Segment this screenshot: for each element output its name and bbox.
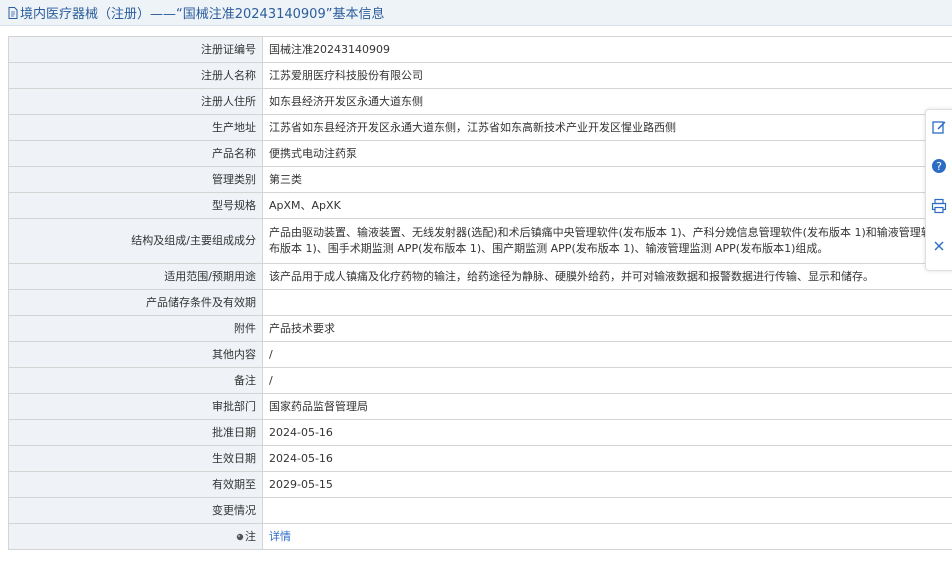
row-label: 生效日期 bbox=[8, 445, 263, 472]
page-title: 境内医疗器械（注册）——“国械注准20243140909”基本信息 bbox=[20, 7, 385, 22]
row-label: 审批部门 bbox=[8, 393, 263, 420]
table-row: 变更情况 bbox=[8, 497, 952, 524]
row-label: 其他内容 bbox=[8, 341, 263, 368]
row-label: 注册人住所 bbox=[8, 88, 263, 115]
row-value: 江苏爱朋医疗科技股份有限公司 bbox=[262, 62, 952, 89]
floating-toolbar: ? bbox=[925, 109, 952, 271]
table-row: 生产地址 江苏省如东县经济开发区永通大道东侧，江苏省如东高新技术产业开发区惺业路西… bbox=[8, 114, 952, 141]
row-label: 变更情况 bbox=[8, 497, 263, 524]
row-label: 管理类别 bbox=[8, 166, 263, 193]
table-row-note: 注 详情 bbox=[8, 523, 952, 550]
row-value: 产品由驱动装置、输液装置、无线发射器(选配)和术后镇痛中央管理软件(发布版本 1… bbox=[262, 218, 952, 264]
row-value: 国械注准20243140909 bbox=[262, 36, 952, 63]
table-row: 附件 产品技术要求 bbox=[8, 315, 952, 342]
print-icon[interactable] bbox=[931, 198, 947, 214]
note-bullet-icon bbox=[236, 533, 244, 540]
row-label: 批准日期 bbox=[8, 419, 263, 446]
row-label: 生产地址 bbox=[8, 114, 263, 141]
row-label: 产品储存条件及有效期 bbox=[8, 289, 263, 316]
row-label: 适用范围/预期用途 bbox=[8, 263, 263, 290]
table-row: 审批部门 国家药品监督管理局 bbox=[8, 393, 952, 420]
note-label: 注 bbox=[245, 529, 256, 543]
table-row: 有效期至 2029-05-15 bbox=[8, 471, 952, 498]
details-link[interactable]: 详情 bbox=[269, 530, 291, 543]
row-value bbox=[262, 497, 952, 524]
page-title-bar: 境内医疗器械（注册）——“国械注准20243140909”基本信息 bbox=[0, 0, 952, 26]
row-value: / bbox=[262, 367, 952, 394]
row-label: 注册人名称 bbox=[8, 62, 263, 89]
table-row: 其他内容 / bbox=[8, 341, 952, 368]
note-value-cell: 详情 bbox=[262, 523, 952, 550]
table-row: 注册人住所 如东县经济开发区永通大道东侧 bbox=[8, 88, 952, 115]
table-row: 产品储存条件及有效期 bbox=[8, 289, 952, 316]
table-row: 管理类别 第三类 bbox=[8, 166, 952, 193]
table-row: 注册证编号 国械注准20243140909 bbox=[8, 36, 952, 63]
row-label: 结构及组成/主要组成成分 bbox=[8, 218, 263, 264]
row-label: 附件 bbox=[8, 315, 263, 342]
row-label: 有效期至 bbox=[8, 471, 263, 498]
svg-text:?: ? bbox=[936, 160, 942, 173]
row-value: 2024-05-16 bbox=[262, 445, 952, 472]
table-row: 生效日期 2024-05-16 bbox=[8, 445, 952, 472]
row-value: 2029-05-15 bbox=[262, 471, 952, 498]
row-value: 产品技术要求 bbox=[262, 315, 952, 342]
row-value: 第三类 bbox=[262, 166, 952, 193]
edit-icon[interactable] bbox=[931, 119, 947, 135]
row-value: 国家药品监督管理局 bbox=[262, 393, 952, 420]
table-row: 批准日期 2024-05-16 bbox=[8, 419, 952, 446]
info-table: 注册证编号 国械注准20243140909 注册人名称 江苏爱朋医疗科技股份有限公司… bbox=[8, 36, 952, 550]
row-value: / bbox=[262, 341, 952, 368]
table-row: 备注 / bbox=[8, 367, 952, 394]
row-value: 江苏省如东县经济开发区永通大道东侧，江苏省如东高新技术产业开发区惺业路西侧 bbox=[262, 114, 952, 141]
row-label: 备注 bbox=[8, 367, 263, 394]
row-value: 2024-05-16 bbox=[262, 419, 952, 446]
table-row: 结构及组成/主要组成成分 产品由驱动装置、输液装置、无线发射器(选配)和术后镇痛中… bbox=[8, 218, 952, 264]
row-value: 如东县经济开发区永通大道东侧 bbox=[262, 88, 952, 115]
row-label: 产品名称 bbox=[8, 140, 263, 167]
table-row: 注册人名称 江苏爱朋医疗科技股份有限公司 bbox=[8, 62, 952, 89]
row-label: 注册证编号 bbox=[8, 36, 263, 63]
table-row: 适用范围/预期用途 该产品用于成人镇痛及化疗药物的输注，给药途径为静脉、硬膜外给药… bbox=[8, 263, 952, 290]
row-value bbox=[262, 289, 952, 316]
document-icon bbox=[8, 6, 18, 19]
close-icon[interactable] bbox=[931, 238, 947, 254]
row-value: 便携式电动注药泵 bbox=[262, 140, 952, 167]
table-row: 型号规格 ApXM、ApXK bbox=[8, 192, 952, 219]
info-table-container: 注册证编号 国械注准20243140909 注册人名称 江苏爱朋医疗科技股份有限公司… bbox=[8, 36, 952, 550]
help-icon[interactable]: ? bbox=[931, 158, 947, 174]
row-value: 该产品用于成人镇痛及化疗药物的输注，给药途径为静脉、硬膜外给药，并可对输液数据和… bbox=[262, 263, 952, 290]
note-label-cell: 注 bbox=[8, 523, 263, 550]
row-label: 型号规格 bbox=[8, 192, 263, 219]
row-value: ApXM、ApXK bbox=[262, 192, 952, 219]
table-row: 产品名称 便携式电动注药泵 bbox=[8, 140, 952, 167]
